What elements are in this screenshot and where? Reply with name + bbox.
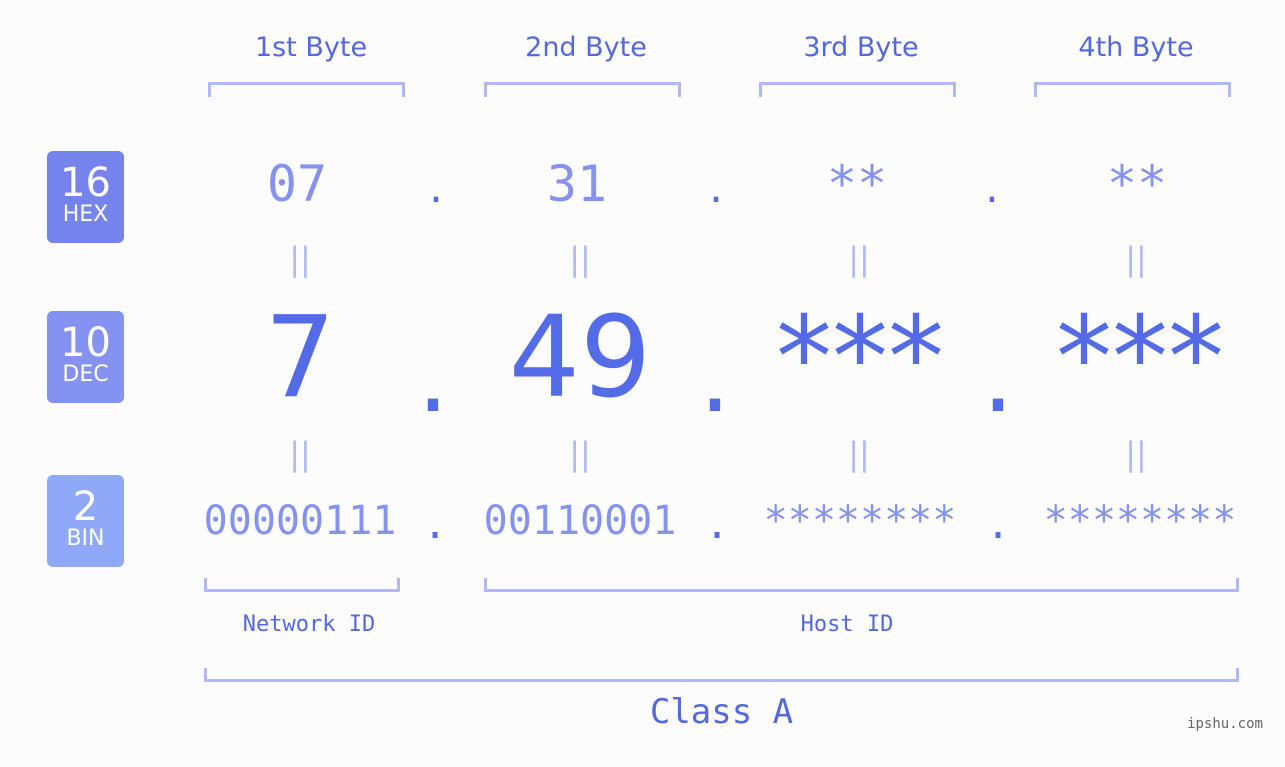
byte-bracket-3	[759, 82, 956, 97]
dec-value-2: 49	[508, 293, 652, 423]
equals-sign: ||	[848, 435, 870, 473]
dec-separator-1: .	[417, 318, 449, 435]
network-id-bracket	[204, 578, 400, 592]
hex-value-1: 07	[266, 155, 328, 213]
bin-value-3: ********	[763, 498, 957, 544]
bin-badge-number: 2	[72, 484, 99, 530]
dec-value-1: 7	[264, 293, 336, 423]
hex-badge-number: 16	[60, 160, 111, 206]
dec-badge-number: 10	[60, 320, 111, 366]
hex-badge: 16 HEX	[47, 151, 124, 243]
dec-separator-3: .	[982, 318, 1014, 435]
byte-bracket-2	[484, 82, 681, 97]
bin-separator-1: .	[422, 502, 448, 548]
bin-value-4: ********	[1043, 498, 1237, 544]
equals-sign: ||	[569, 240, 591, 278]
hex-value-4: **	[1106, 155, 1168, 213]
network-id-label: Network ID	[242, 612, 376, 637]
hex-value-3: **	[826, 155, 888, 213]
hex-separator-1: .	[425, 170, 447, 211]
hex-separator-2: .	[705, 170, 727, 211]
byte-label-2: 2nd Byte	[525, 32, 647, 63]
hex-badge-name: HEX	[62, 202, 109, 227]
dec-value-3: ***	[776, 293, 944, 423]
watermark: ipshu.com	[1187, 716, 1263, 732]
class-label: Class A	[649, 692, 794, 732]
byte-bracket-4	[1034, 82, 1231, 97]
bin-separator-3: .	[985, 502, 1011, 548]
equals-sign: ||	[1125, 435, 1147, 473]
bin-badge: 2 BIN	[47, 475, 124, 567]
equals-sign: ||	[569, 435, 591, 473]
class-bracket	[204, 668, 1239, 682]
dec-value-4: ***	[1056, 293, 1224, 423]
bin-value-1: 00000111	[203, 498, 397, 544]
byte-label-4: 4th Byte	[1078, 32, 1194, 63]
host-id-bracket	[484, 578, 1239, 592]
byte-bracket-1	[208, 82, 405, 97]
bin-badge-name: BIN	[66, 526, 105, 551]
equals-sign: ||	[289, 435, 311, 473]
byte-label-3: 3rd Byte	[803, 32, 919, 63]
dec-separator-2: .	[699, 318, 731, 435]
byte-label-1: 1st Byte	[254, 32, 368, 63]
equals-sign: ||	[848, 240, 870, 278]
bin-value-2: 00110001	[483, 498, 677, 544]
bin-separator-2: .	[704, 502, 730, 548]
hex-value-2: 31	[546, 155, 608, 213]
host-id-label: Host ID	[800, 612, 894, 637]
dec-badge-name: DEC	[62, 362, 109, 387]
dec-badge: 10 DEC	[47, 311, 124, 403]
hex-separator-3: .	[981, 170, 1003, 211]
equals-sign: ||	[1125, 240, 1147, 278]
equals-sign: ||	[289, 240, 311, 278]
